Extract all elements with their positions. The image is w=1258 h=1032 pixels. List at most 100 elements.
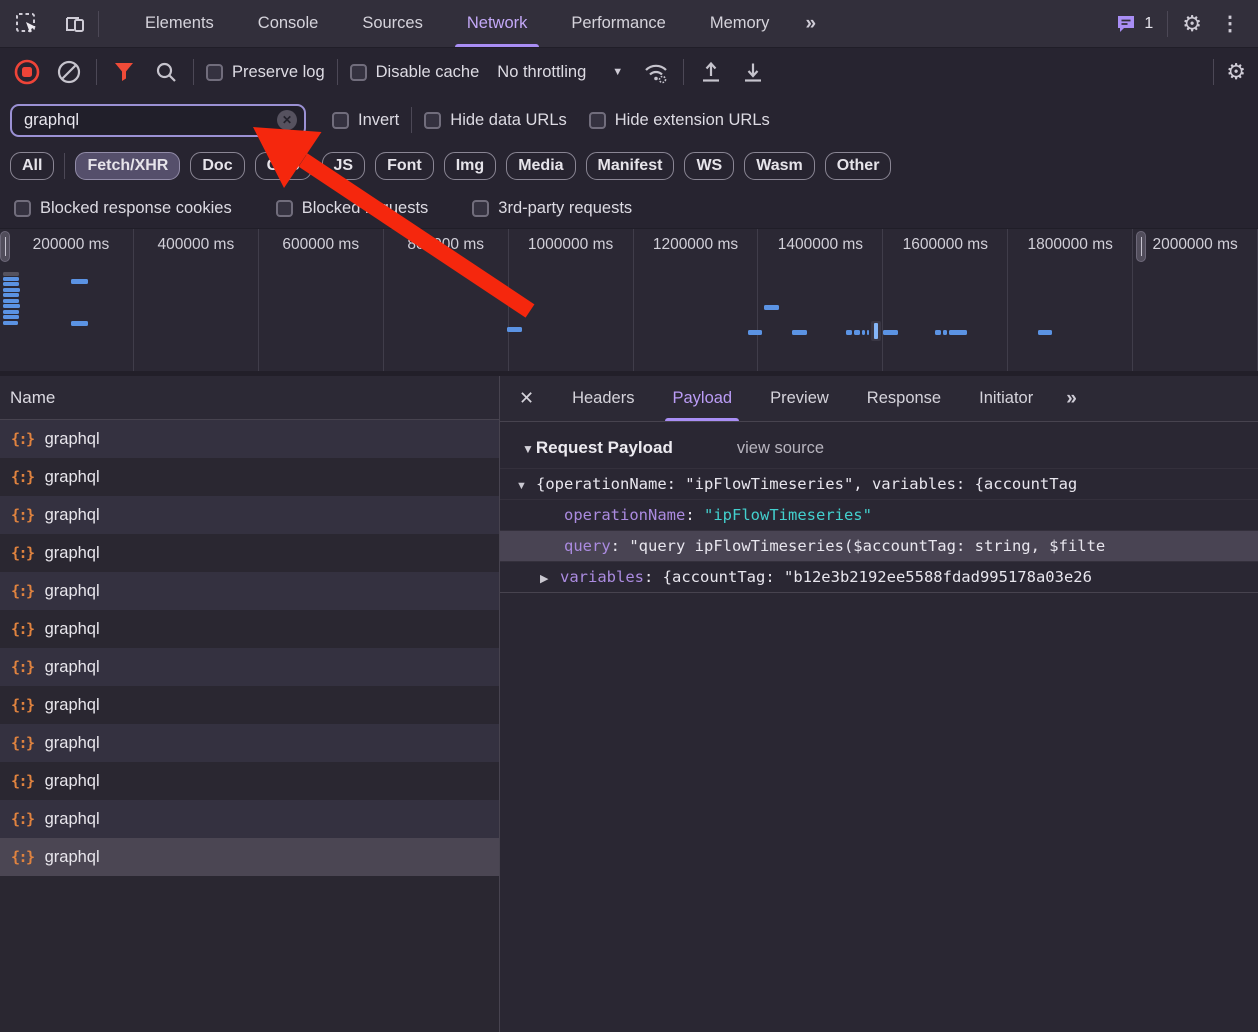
request-mark[interactable] [792, 330, 807, 335]
throttling-select[interactable]: No throttling ▼ [491, 63, 629, 82]
overview-left-grip[interactable] [0, 231, 10, 262]
filter-chip-all[interactable]: All [10, 152, 55, 180]
payload-root-line[interactable]: ▼ {operationName: "ipFlowTimeseries", var… [500, 468, 1258, 499]
request-mark[interactable] [949, 330, 967, 335]
request-mark[interactable] [867, 330, 869, 335]
request-row[interactable]: {:} graphql [0, 724, 499, 762]
request-mark[interactable] [3, 299, 19, 303]
request-mark[interactable] [854, 330, 860, 335]
request-row[interactable]: {:} graphql [0, 610, 499, 648]
tab-console[interactable]: Console [236, 0, 341, 47]
tab-performance[interactable]: Performance [549, 0, 687, 47]
request-mark[interactable] [935, 330, 941, 335]
request-row[interactable]: {:} graphql [0, 800, 499, 838]
checkbox-box[interactable] [206, 63, 223, 81]
payload-row-variables[interactable]: ▶ variables: {accountTag: "b12e3b2192ee55… [500, 561, 1258, 592]
request-mark[interactable] [3, 293, 19, 297]
checkbox-box[interactable] [349, 63, 367, 81]
request-mark[interactable] [71, 279, 88, 284]
inspect-element-icon[interactable] [12, 9, 42, 39]
filter-chip-manifest[interactable]: Manifest [585, 152, 675, 180]
request-row[interactable]: {:} graphql [0, 572, 499, 610]
detail-tab-preview[interactable]: Preview [751, 376, 848, 421]
issues-counter[interactable]: 1 [1116, 14, 1153, 34]
disable-cache-checkbox[interactable]: Disable cache [349, 63, 479, 82]
record-network-log-button[interactable] [12, 57, 42, 87]
tab-sources[interactable]: Sources [340, 0, 445, 47]
request-mark[interactable] [3, 304, 20, 308]
tab-memory[interactable]: Memory [688, 0, 792, 47]
view-source-link[interactable]: view source [737, 439, 824, 458]
selected-request-mark[interactable] [871, 321, 881, 341]
request-row[interactable]: {:} graphql [0, 534, 499, 572]
checkbox-box[interactable] [588, 111, 606, 129]
request-row[interactable]: {:} graphql [0, 838, 499, 876]
clear-network-log-icon[interactable] [54, 57, 84, 87]
network-settings-gear-icon[interactable]: ⚙ [1226, 61, 1246, 83]
tab-elements[interactable]: Elements [123, 0, 236, 47]
checkbox-box[interactable] [424, 111, 442, 129]
close-detail-icon[interactable]: ✕ [500, 388, 553, 409]
checkbox-box[interactable] [275, 199, 293, 217]
caret-right-icon[interactable]: ▶ [540, 572, 560, 585]
search-icon[interactable] [151, 57, 181, 87]
overview-right-grip[interactable] [1136, 231, 1146, 262]
payload-row-operationname[interactable]: operationName: "ipFlowTimeseries" [500, 499, 1258, 530]
request-mark[interactable] [846, 330, 852, 335]
detail-tab-payload[interactable]: Payload [653, 376, 751, 421]
hide-data-urls-checkbox[interactable]: Hide data URLs [424, 111, 567, 130]
network-overview-timeline[interactable]: 200000 ms 400000 ms 600000 ms 800000 ms 1000… [0, 228, 1258, 376]
detail-more-tabs-icon[interactable]: » [1052, 388, 1089, 410]
filter-chip-font[interactable]: Font [375, 152, 434, 180]
request-row[interactable]: {:} graphql [0, 496, 499, 534]
request-mark[interactable] [3, 288, 20, 292]
request-mark[interactable] [3, 315, 19, 319]
request-mark[interactable] [3, 321, 18, 325]
request-mark[interactable] [943, 330, 947, 335]
collapse-triangle-icon[interactable]: ▼ [522, 442, 534, 456]
filter-chip-js[interactable]: JS [321, 152, 366, 180]
tab-network[interactable]: Network [445, 0, 550, 47]
request-mark[interactable] [748, 330, 762, 335]
request-mark[interactable] [3, 277, 19, 281]
checkbox-box[interactable] [472, 199, 490, 217]
filter-chip-css[interactable]: CSS [254, 152, 312, 180]
settings-gear-icon[interactable]: ⚙ [1182, 12, 1202, 35]
request-mark[interactable] [3, 282, 19, 286]
caret-down-icon[interactable]: ▼ [516, 480, 536, 492]
detail-tab-initiator[interactable]: Initiator [960, 376, 1052, 421]
filter-chip-media[interactable]: Media [506, 152, 576, 180]
request-mark[interactable] [764, 305, 779, 310]
filter-chip-wasm[interactable]: Wasm [744, 152, 815, 180]
invert-checkbox[interactable]: Invert [332, 111, 399, 130]
request-row[interactable]: {:} graphql [0, 686, 499, 724]
export-har-icon[interactable] [738, 57, 768, 87]
filter-chip-doc[interactable]: Doc [190, 152, 245, 180]
checkbox-box[interactable] [14, 199, 31, 217]
blocked-requests-checkbox[interactable]: Blocked requests [275, 199, 428, 218]
filter-input[interactable] [24, 110, 269, 130]
preserve-log-checkbox[interactable]: Preserve log [206, 63, 325, 82]
request-mark[interactable] [3, 272, 19, 276]
request-mark[interactable] [507, 327, 522, 332]
filter-funnel-icon[interactable] [109, 57, 139, 87]
more-tabs-icon[interactable]: » [791, 13, 828, 35]
request-row[interactable]: {:} graphql [0, 762, 499, 800]
request-mark[interactable] [883, 330, 898, 335]
request-mark[interactable] [3, 310, 19, 314]
hide-extension-urls-checkbox[interactable]: Hide extension URLs [588, 111, 770, 130]
detail-tab-response[interactable]: Response [848, 376, 960, 421]
checkbox-box[interactable] [332, 111, 349, 129]
request-row[interactable]: {:} graphql [0, 648, 499, 686]
request-mark[interactable] [862, 330, 865, 335]
network-conditions-icon[interactable] [641, 57, 671, 87]
clear-filter-icon[interactable]: ✕ [277, 110, 297, 130]
filter-chip-fetch-xhr[interactable]: Fetch/XHR [75, 152, 181, 180]
name-column-header[interactable]: Name [0, 376, 499, 420]
import-har-icon[interactable] [696, 57, 726, 87]
request-row[interactable]: {:} graphql [0, 420, 499, 458]
payload-row-query[interactable]: query: "query ipFlowTimeseries($accountT… [500, 530, 1258, 561]
filter-chip-img[interactable]: Img [443, 152, 497, 180]
request-mark[interactable] [71, 321, 88, 326]
blocked-response-cookies-checkbox[interactable]: Blocked response cookies [14, 199, 232, 218]
